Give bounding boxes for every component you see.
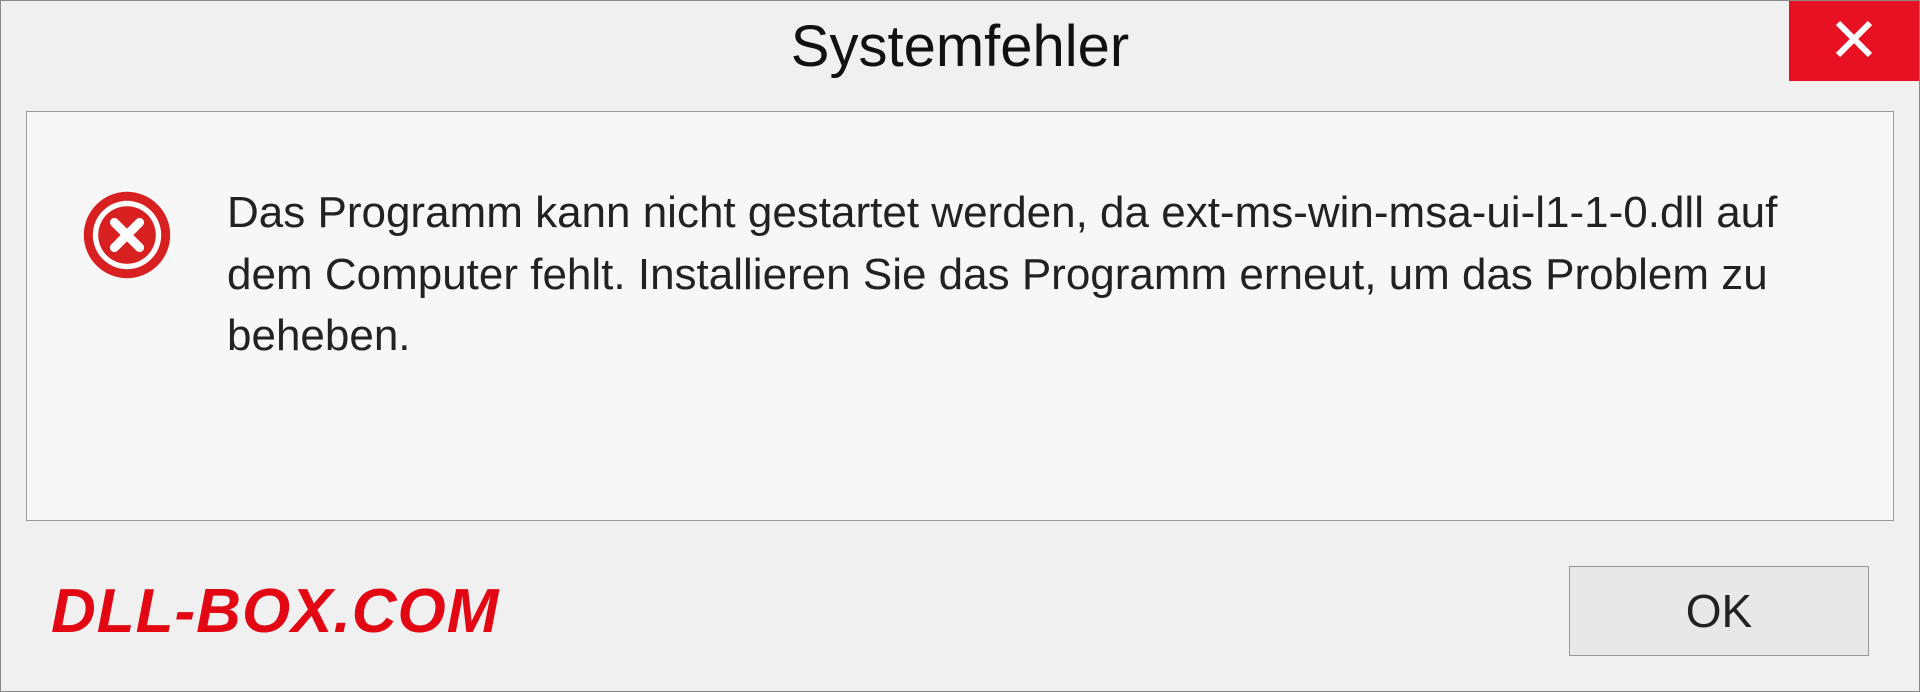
close-icon [1832, 17, 1876, 66]
error-message: Das Programm kann nicht gestartet werden… [227, 182, 1838, 367]
error-dialog: Systemfehler Das Programm kann nicht ges… [0, 0, 1920, 692]
titlebar: Systemfehler [1, 1, 1919, 91]
dialog-title: Systemfehler [791, 13, 1129, 80]
dialog-footer: DLL-BOX.COM OK [1, 546, 1919, 691]
content-panel: Das Programm kann nicht gestartet werden… [26, 111, 1894, 521]
close-button[interactable] [1789, 1, 1919, 81]
error-icon [82, 190, 172, 280]
watermark-text: DLL-BOX.COM [51, 576, 499, 647]
ok-button[interactable]: OK [1569, 566, 1869, 656]
